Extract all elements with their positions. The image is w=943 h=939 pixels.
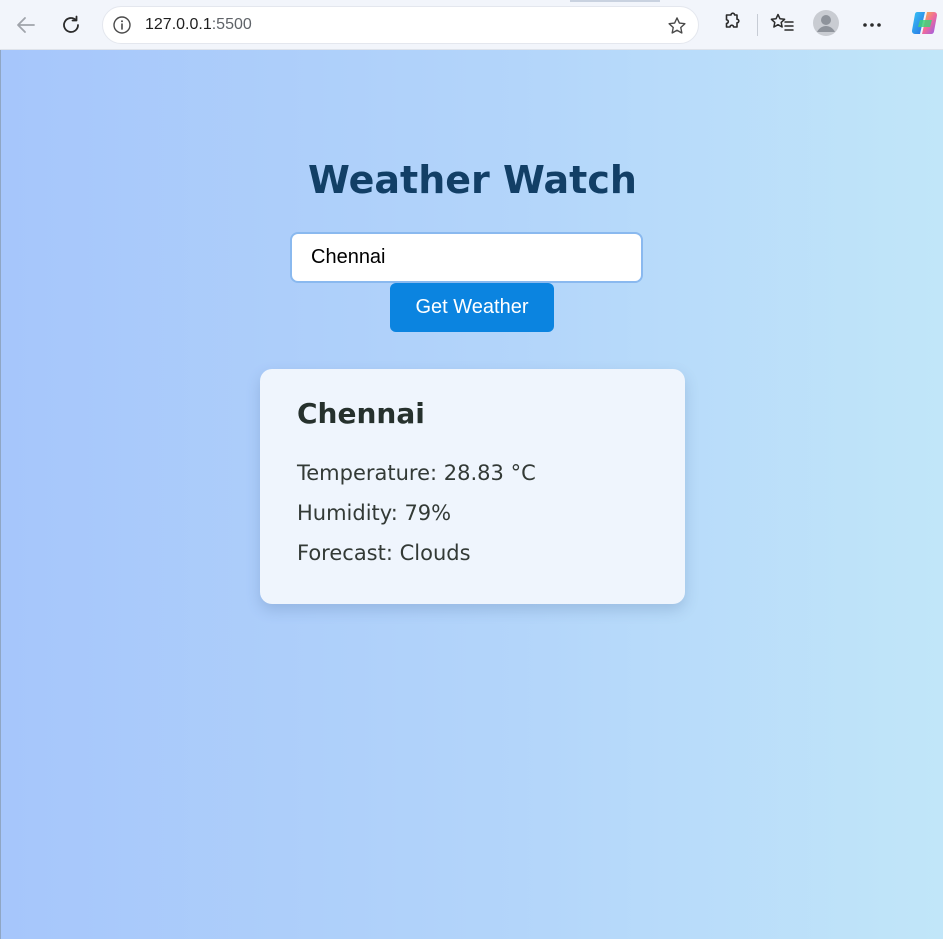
address-host: 127.0.0.1 [145,16,212,33]
more-menu-icon [861,16,883,34]
copilot-button[interactable] [909,10,943,40]
page-viewport: Weather Watch Get Weather Chennai Temper… [0,50,943,939]
copilot-icon [911,9,941,42]
favorite-star-icon[interactable] [666,15,688,37]
weather-result-card: Chennai Temperature: 28.83 °C Humidity: … [260,369,685,604]
extensions-icon [719,11,743,40]
browser-toolbar: 127.0.0.1:5500 [0,0,943,50]
address-port: :5500 [211,16,252,33]
back-arrow-icon [14,13,38,37]
reload-icon [59,13,83,37]
back-button[interactable] [9,8,43,42]
page-title: Weather Watch [308,158,637,202]
favorites-button[interactable] [767,10,797,40]
result-humidity: Humidity: 79% [297,501,452,525]
site-info-icon[interactable] [112,15,132,35]
result-forecast: Forecast: Clouds [297,541,471,565]
city-search-input[interactable] [290,232,643,283]
result-city-name: Chennai [297,397,425,430]
reload-button[interactable] [54,8,88,42]
profile-button[interactable] [811,9,841,42]
profile-avatar-icon [812,9,840,42]
result-temperature: Temperature: 28.83 °C [297,461,536,485]
get-weather-button[interactable]: Get Weather [390,283,554,332]
address-url[interactable]: 127.0.0.1:5500 [145,16,252,34]
toolbar-separator [757,14,758,36]
extensions-button[interactable] [716,10,746,40]
favorites-list-icon [769,11,795,40]
address-bar[interactable]: 127.0.0.1:5500 [102,6,699,44]
more-menu-button[interactable] [857,10,887,40]
tab-strip-edge [570,0,660,2]
